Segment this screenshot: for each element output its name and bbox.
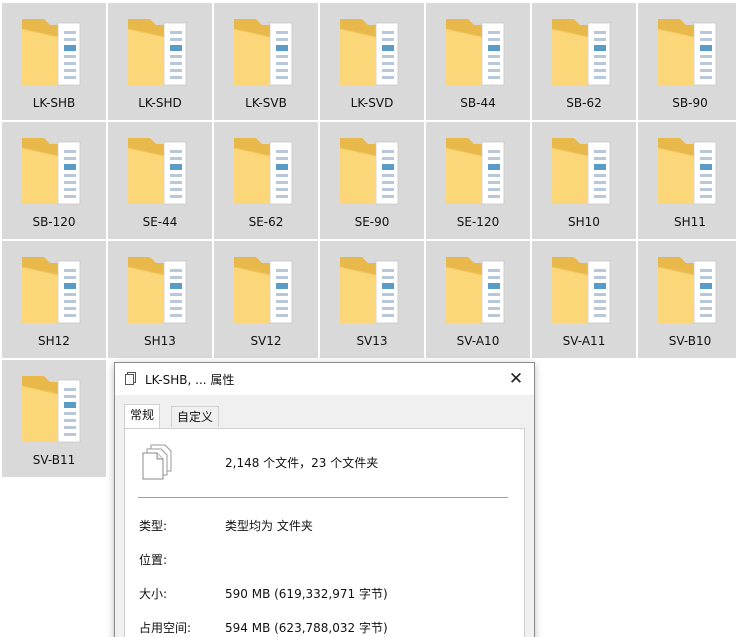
folder-tile[interactable]: SV13 [320, 241, 424, 358]
folder-label: SV-A11 [562, 334, 606, 348]
folder-label: LK-SHD [138, 96, 182, 110]
folder-label: SB-62 [566, 96, 602, 110]
explorer-window: LK-SHB LK-SHD LK-SVB LK-SVD SB-44 SB-62 SB-90 S… [0, 0, 736, 637]
folder-label: SE-90 [354, 215, 390, 229]
folder-tile[interactable]: LK-SHD [108, 3, 212, 120]
folder-icon [127, 257, 187, 324]
folder-label: SB-90 [672, 96, 708, 110]
folder-label: SH12 [38, 334, 70, 348]
folder-tile[interactable]: SB-44 [426, 3, 530, 120]
folder-tile[interactable]: SH10 [532, 122, 636, 239]
folder-icon [233, 19, 293, 86]
folder-icon [657, 19, 717, 86]
folder-tile[interactable]: SB-120 [2, 122, 106, 239]
folder-tile[interactable]: SH13 [108, 241, 212, 358]
folder-tile[interactable]: SV-A10 [426, 241, 530, 358]
folder-tile[interactable]: SE-120 [426, 122, 530, 239]
folder-tile[interactable]: LK-SVD [320, 3, 424, 120]
folder-tile[interactable]: SV12 [214, 241, 318, 358]
folder-icon [21, 19, 81, 86]
close-icon: ✕ [508, 369, 524, 389]
folder-tile[interactable]: SV-B11 [2, 360, 106, 477]
folder-icon [233, 138, 293, 205]
folder-icon [339, 257, 399, 324]
folder-icon [657, 138, 717, 205]
folder-icon [21, 376, 81, 443]
type-value: 类型均为 文件夹 [225, 519, 313, 533]
size-on-disk-value: 594 MB (623,788,032 字节) [225, 621, 388, 635]
divider [138, 497, 508, 498]
tab-general[interactable]: 常规 [124, 404, 161, 428]
folder-icon [445, 138, 505, 205]
multiple-files-icon [142, 444, 172, 480]
folder-tile[interactable]: SE-44 [108, 122, 212, 239]
folder-icon [551, 138, 611, 205]
folder-label: SV-A10 [456, 334, 500, 348]
type-label: 类型: [139, 519, 168, 533]
size-on-disk-label: 占用空间: [139, 621, 192, 635]
folder-icon [657, 257, 717, 324]
folder-tile[interactable]: SH11 [638, 122, 736, 239]
folder-label: SE-120 [456, 215, 500, 229]
folder-tile[interactable]: SB-90 [638, 3, 736, 120]
folder-tile[interactable]: SB-62 [532, 3, 636, 120]
file-count-summary: 2,148 个文件，23 个文件夹 [225, 456, 379, 470]
folder-tile[interactable]: SV-B10 [638, 241, 736, 358]
folder-icon [233, 257, 293, 324]
folder-icon [339, 19, 399, 86]
size-label: 大小: [139, 587, 168, 601]
folder-icon [551, 257, 611, 324]
copy-icon [125, 372, 136, 385]
size-value: 590 MB (619,332,971 字节) [225, 587, 388, 601]
folder-icon [127, 19, 187, 86]
folder-label: SH11 [674, 215, 706, 229]
folder-icon [445, 19, 505, 86]
folder-tile[interactable]: SV-A11 [532, 241, 636, 358]
folder-label: LK-SVB [245, 96, 287, 110]
folder-tile[interactable]: SH12 [2, 241, 106, 358]
dialog-title: LK-SHB, ... 属性 [145, 373, 235, 387]
folder-label: SE-62 [248, 215, 284, 229]
folder-label: SV-B11 [32, 453, 76, 467]
dialog-titlebar[interactable]: LK-SHB, ... 属性 ✕ [115, 363, 534, 395]
general-panel: 2,148 个文件，23 个文件夹 类型: 类型均为 文件夹 位置: 大小: 5… [124, 428, 525, 637]
folder-tile[interactable]: LK-SHB [2, 3, 106, 120]
folder-icon [445, 257, 505, 324]
location-label: 位置: [139, 553, 168, 567]
folder-label: SV13 [356, 334, 388, 348]
close-button[interactable]: ✕ [498, 363, 534, 395]
folder-icon [21, 257, 81, 324]
folder-tile[interactable]: SE-90 [320, 122, 424, 239]
folder-icon [127, 138, 187, 205]
folder-label: SV12 [250, 334, 282, 348]
folder-tile[interactable]: SE-62 [214, 122, 318, 239]
folder-label: SE-44 [142, 215, 178, 229]
folder-icon [339, 138, 399, 205]
folder-tile[interactable]: LK-SVB [214, 3, 318, 120]
folder-label: SB-120 [32, 215, 76, 229]
folder-label: SB-44 [460, 96, 496, 110]
folder-label: LK-SVD [350, 96, 394, 110]
folder-label: LK-SHB [32, 96, 76, 110]
folder-label: SV-B10 [668, 334, 712, 348]
folder-label: SH13 [144, 334, 176, 348]
folder-icon [551, 19, 611, 86]
properties-dialog: LK-SHB, ... 属性 ✕ 常规 自定义 2,148 个文件，23 个文件… [114, 362, 535, 637]
tab-custom[interactable]: 自定义 [171, 406, 220, 427]
folder-icon [21, 138, 81, 205]
folder-label: SH10 [568, 215, 600, 229]
